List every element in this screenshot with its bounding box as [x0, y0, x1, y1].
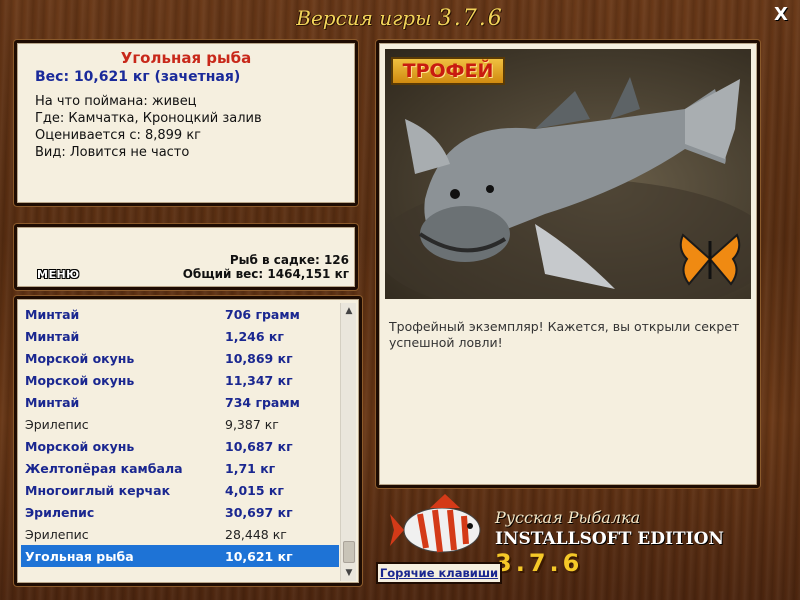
list-item-name: Минтай — [25, 306, 80, 322]
list-item-weight: 28,448 кг — [225, 526, 287, 542]
trophy-badge: ТРОФЕЙ — [391, 57, 505, 85]
list-item[interactable]: Морской окунь 10,687 кг — [21, 435, 339, 457]
game-window: Версия игры 3.7.6 X Угольная рыба Вес: 1… — [0, 0, 800, 600]
brand-title-ru: Русская Рыбалка — [495, 508, 641, 527]
list-item-name: Минтай — [25, 328, 80, 344]
list-item-weight: 10,869 кг — [225, 350, 293, 366]
catch-summary-panel: МЕНЮ Рыб в садке: 126 Общий вес: 1464,15… — [14, 224, 358, 290]
list-item[interactable]: Минтай 734 грамм — [21, 391, 339, 413]
list-item-name: Многоиглый керчак — [25, 482, 171, 498]
list-item[interactable]: Угольная рыба 10,621 кг — [21, 545, 339, 567]
list-item-weight: 1,71 кг — [225, 460, 276, 476]
list-item-weight: 11,347 кг — [225, 372, 293, 388]
list-item-name: Эрилепис — [25, 504, 95, 520]
list-item-weight: 1,246 кг — [225, 328, 284, 344]
fish-location: Где: Камчатка, Кроноцкий залив — [35, 111, 262, 126]
close-button[interactable]: X — [772, 6, 790, 24]
list-item-name: Желтопёрая камбала — [25, 460, 183, 476]
fish-info-panel: Угольная рыба Вес: 10,621 кг (зачетная) … — [14, 40, 358, 206]
scroll-up-icon[interactable]: ▲ — [341, 303, 357, 319]
fish-bait: На что поймана: живец — [35, 94, 197, 109]
trophy-photo-panel: ТРОФЕЙ Трофейный экземпляр! Кажется, вы … — [376, 40, 760, 488]
catch-list-panel: Минтай 706 грамм Минтай 1,246 кг Морской оку… — [14, 296, 362, 586]
fish-name: Угольная рыба — [120, 49, 252, 67]
fish-weight: Вес: 10,621 кг (зачетная) — [35, 69, 241, 85]
hotkeys-link[interactable]: Горячие клавиши — [376, 562, 502, 584]
list-item-name: Морской окунь — [25, 438, 135, 454]
fish-rarity: Вид: Ловится не часто — [35, 145, 190, 160]
fish-count: Рыб в садке: 126 — [229, 253, 349, 267]
list-item-weight: 4,015 кг — [225, 482, 284, 498]
brand-version: 3.7.6 — [495, 549, 584, 577]
list-item-weight: 734 грамм — [225, 394, 300, 410]
list-item[interactable]: Минтай 706 грамм — [21, 303, 339, 325]
list-item[interactable]: Эрилепис 28,448 кг — [21, 523, 339, 545]
list-item-weight: 30,697 кг — [225, 504, 293, 520]
title-prefix: Версия игры — [296, 6, 432, 30]
list-item[interactable]: Эрилепис 30,697 кг — [21, 501, 339, 523]
list-item[interactable]: Минтай 1,246 кг — [21, 325, 339, 347]
list-item[interactable]: Эрилепис 9,387 кг — [21, 413, 339, 435]
trophy-description: Трофейный экземпляр! Кажется, вы открыли… — [389, 319, 740, 350]
scroll-down-icon[interactable]: ▼ — [341, 565, 357, 581]
total-weight: Общий вес: 1464,151 кг — [182, 267, 349, 281]
list-item-weight: 706 грамм — [225, 306, 300, 322]
list-item-weight: 9,387 кг — [225, 416, 279, 432]
butterfly-icon — [679, 233, 741, 286]
list-item-name: Эрилепис — [25, 526, 89, 542]
list-item-weight: 10,621 кг — [225, 548, 293, 564]
brand-logo: Русская Рыбалка INSTALLSOFT EDITION 3.7.… — [495, 508, 795, 577]
brand-title-en: INSTALLSOFT EDITION 3.7.6 — [495, 529, 795, 577]
brand-edition: INSTALLSOFT EDITION — [495, 529, 724, 549]
fish-rated-from: Оценивается с: 8,899 кг — [35, 128, 202, 143]
list-item-name: Морской окунь — [25, 372, 135, 388]
list-scrollbar[interactable]: ▲ ▼ — [340, 303, 356, 581]
list-item[interactable]: Морской окунь 11,347 кг — [21, 369, 339, 391]
title-version: 3.7.6 — [437, 6, 504, 31]
catch-list[interactable]: Минтай 706 грамм Минтай 1,246 кг Морской оку… — [21, 303, 339, 581]
list-item-name: Эрилепис — [25, 416, 89, 432]
window-title: Версия игры 3.7.6 — [0, 6, 800, 31]
list-item[interactable]: Желтопёрая камбала 1,71 кг — [21, 457, 339, 479]
scroll-thumb[interactable] — [343, 541, 355, 563]
list-item-weight: 10,687 кг — [225, 438, 293, 454]
list-item[interactable]: Многоиглый керчак 4,015 кг — [21, 479, 339, 501]
menu-button[interactable]: МЕНЮ — [37, 268, 80, 281]
list-item-name: Угольная рыба — [25, 548, 134, 564]
logo-fish-icon — [390, 494, 481, 553]
list-item-name: Минтай — [25, 394, 80, 410]
fish-photo: ТРОФЕЙ — [385, 49, 751, 299]
list-item[interactable]: Морской окунь 10,869 кг — [21, 347, 339, 369]
list-item-name: Морской окунь — [25, 350, 135, 366]
